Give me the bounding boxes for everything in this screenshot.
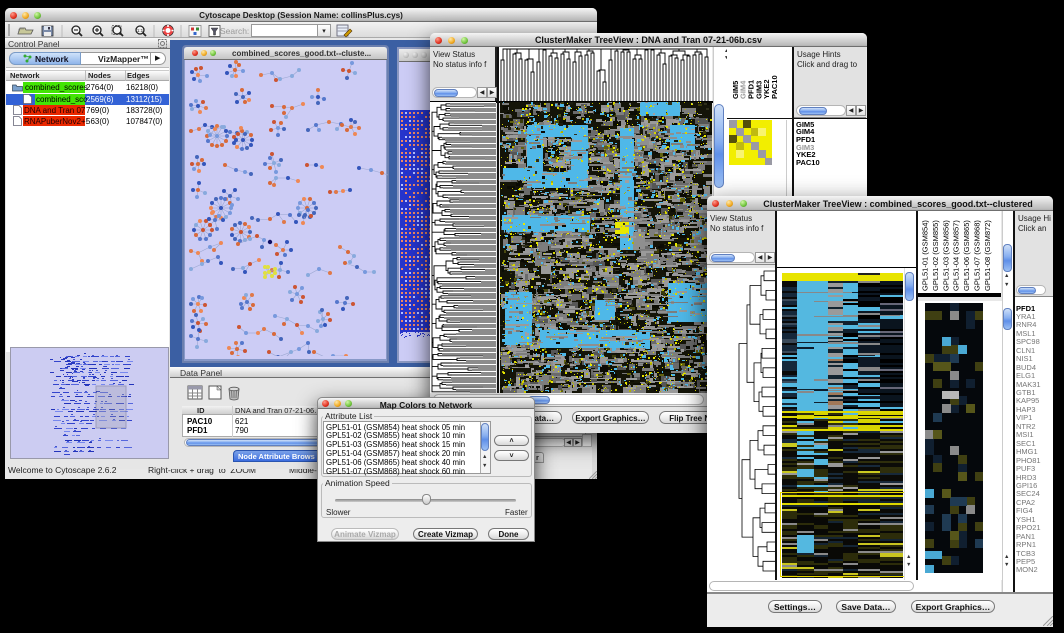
svg-text:GPL51-06 (GSM865): GPL51-06 (GSM865) bbox=[962, 220, 971, 291]
svg-text:GPL51-07 (GSM868): GPL51-07 (GSM868) bbox=[973, 220, 982, 291]
svg-text:PAC10: PAC10 bbox=[770, 75, 779, 99]
svg-text:GPL51-04 (GSM857): GPL51-04 (GSM857) bbox=[952, 220, 961, 291]
svg-text:GPL51-03 (GSM856): GPL51-03 (GSM856) bbox=[941, 220, 950, 291]
svg-text:1:1: 1:1 bbox=[137, 28, 144, 33]
svg-text:GPL51-02 (GSM855): GPL51-02 (GSM855) bbox=[931, 220, 940, 291]
svg-text:GPL51-01 (GSM854): GPL51-01 (GSM854) bbox=[921, 220, 930, 291]
svg-text:GPL51-08 (GSM872): GPL51-08 (GSM872) bbox=[983, 220, 992, 291]
